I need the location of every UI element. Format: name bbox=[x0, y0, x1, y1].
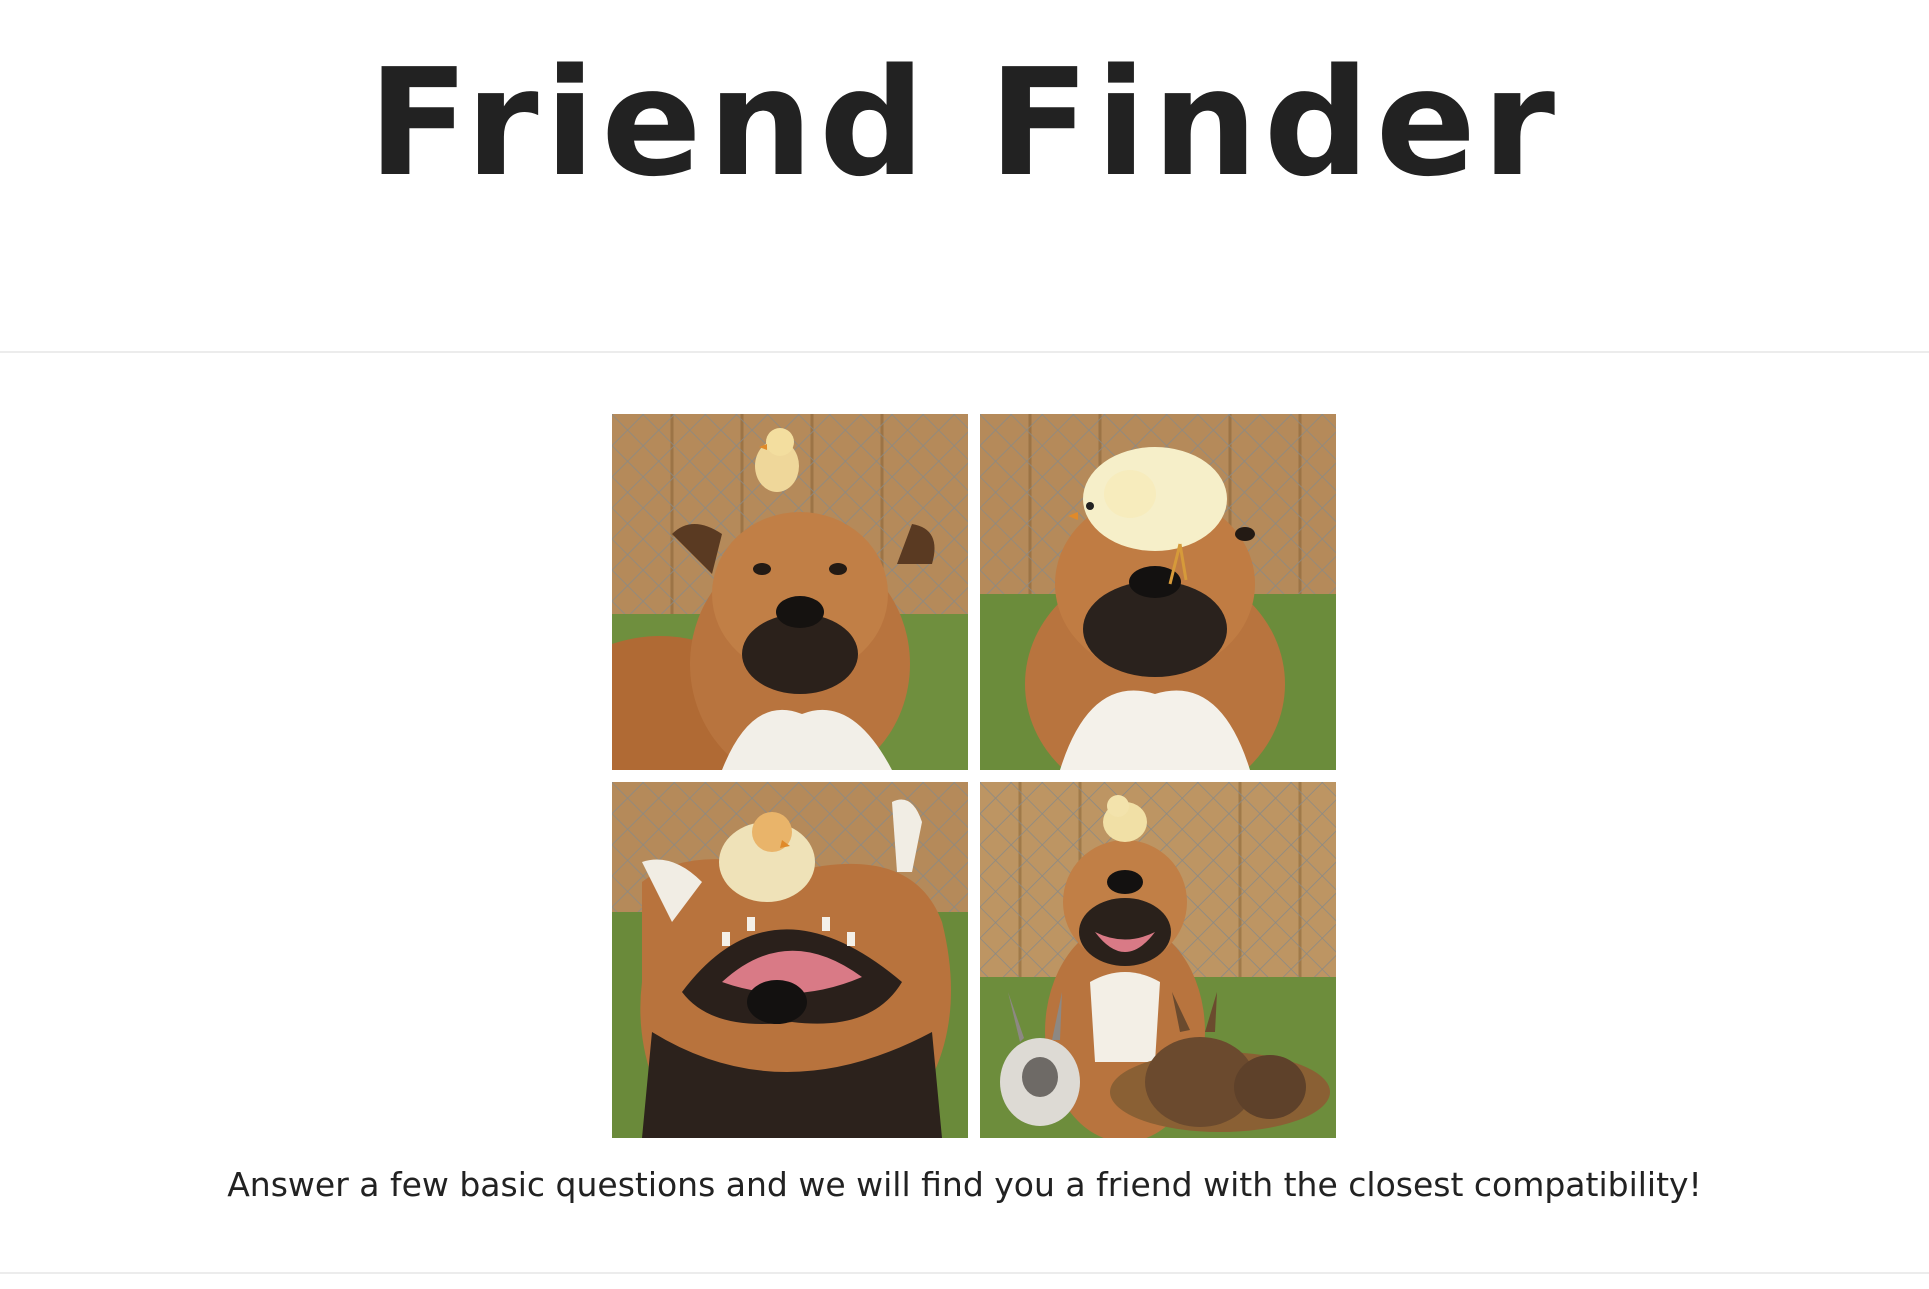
content-divider bbox=[0, 1272, 1929, 1274]
intro-tagline: Answer a few basic questions and we will… bbox=[227, 1165, 1702, 1204]
header-divider bbox=[0, 351, 1929, 353]
dog-with-chick-on-head-photo bbox=[612, 414, 968, 770]
page-title: Friend Finder bbox=[367, 37, 1562, 209]
dog-with-chick-and-rabbits-photo bbox=[980, 782, 1336, 1138]
dog-with-chick-on-face-photo bbox=[980, 414, 1336, 770]
page: Friend Finder Answer a few basic questio… bbox=[0, 0, 1929, 1289]
dog-rolling-with-chick-photo bbox=[612, 782, 968, 1138]
hero-collage bbox=[612, 414, 1336, 1138]
